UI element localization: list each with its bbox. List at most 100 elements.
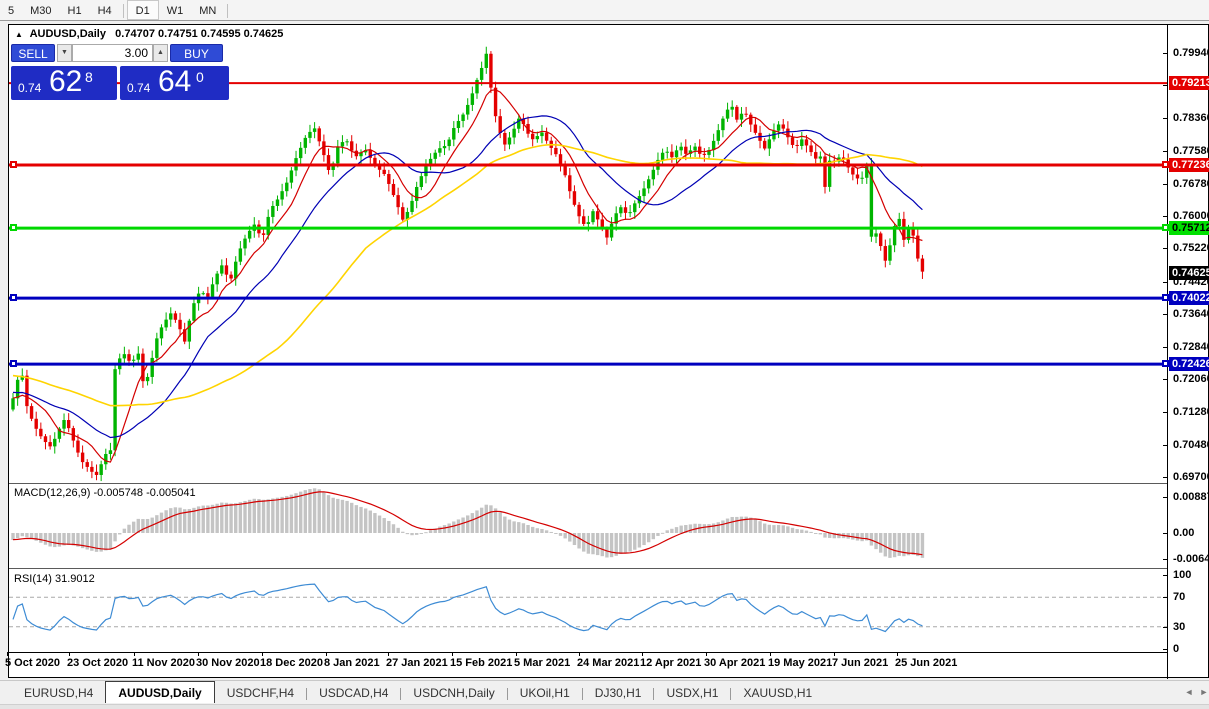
candle-body [174,313,177,319]
candle-body [387,174,390,184]
level-handle-icon[interactable] [10,360,17,367]
tabs-scroll-left-button[interactable]: ◄ [1182,685,1196,699]
toolbar-timeframe-button-d1[interactable]: D1 [127,0,159,20]
axis-tick [1163,118,1168,119]
macd-histogram-bar [517,522,520,533]
candle-body [308,132,311,138]
candle-body [271,206,274,217]
tab-audusd-daily[interactable]: AUDUSD,Daily [105,681,214,703]
price-axis-tick-label: 0.77580 [1173,145,1209,158]
tabs-scroll-right-button[interactable]: ► [1199,685,1209,699]
macd-histogram-bar [893,533,896,557]
tab-usdcad-h4[interactable]: USDCAD,H4 [307,682,400,704]
tab-usdchf-h4[interactable]: USDCHF,H4 [215,682,306,704]
candle-body [30,406,33,419]
date-axis-tick [388,652,389,656]
macd-histogram-bar [118,533,121,534]
tab-usdx-h1[interactable]: USDX,H1 [654,682,730,704]
candle-body [44,436,47,442]
candle-body [554,148,557,154]
sell-price-sup: 8 [85,69,93,85]
macd-histogram-bar [271,498,274,533]
candle-body [726,110,729,119]
candle-body [819,156,822,158]
candle-body [151,358,154,377]
tab-dj30-h1[interactable]: DJ30,H1 [583,682,654,704]
price-axis-tick-label: 0.69700 [1173,471,1209,484]
axis-tick [1163,216,1168,217]
macd-histogram-bar [485,505,488,533]
candle-body [693,147,696,151]
axis-tick [1163,184,1168,185]
macd-histogram-bar [345,501,348,533]
level-handle-icon[interactable] [10,224,17,231]
tab-usdcnh-daily[interactable]: USDCNH,Daily [401,682,506,704]
macd-histogram-bar [248,500,251,533]
level-handle-icon[interactable] [10,161,17,168]
tab-ukoil-h1[interactable]: UKOil,H1 [508,682,582,704]
macd-histogram-bar [795,529,798,533]
macd-histogram-bar [141,519,144,533]
candle-body [573,191,576,205]
sell-button[interactable]: SELL [11,44,55,62]
volume-input[interactable]: 3.00 [72,44,153,62]
candle-body [95,472,98,475]
collapse-triangle-icon[interactable]: ▲ [15,30,23,39]
toolbar-timeframe-button-w1[interactable]: W1 [159,1,192,21]
timeframe-toolbar: 5M30H1H4 D1W1MN [0,0,1209,21]
macd-histogram-bar [415,533,418,535]
candle-body [447,140,450,147]
candle-body [234,262,237,279]
macd-histogram-bar [689,524,692,533]
axis-tick [1163,248,1168,249]
toolbar-timeframe-button-mn[interactable]: MN [191,1,224,21]
candle-body [202,293,205,294]
sell-price-button[interactable]: 0.74 62 8 [11,66,117,100]
candle-body [62,420,65,429]
candle-body [647,179,650,188]
toolbar-separator [227,4,228,18]
level-handle-icon[interactable] [1162,294,1169,301]
macd-histogram-bar [48,533,51,546]
axis-tick [1163,497,1168,498]
macd-histogram-bar [782,525,785,533]
candle-body [545,133,548,141]
toolbar-timeframe-button-h1[interactable]: H1 [60,1,90,21]
date-axis-label: 7 Jun 2021 [832,657,888,669]
macd-histogram-bar [308,489,311,533]
volume-decrease-button[interactable]: ▼ [57,44,72,62]
date-axis-label: 19 May 2021 [768,657,832,669]
candle-body [856,175,859,179]
rsi-panel-divider[interactable] [9,568,1167,569]
price-axis-tick-label: 0.72060 [1173,373,1209,386]
buy-price-button[interactable]: 0.74 64 0 [120,66,229,100]
level-handle-icon[interactable] [1162,360,1169,367]
tab-eurusd-h4[interactable]: EURUSD,H4 [12,682,105,704]
candle-body [582,216,585,224]
level-handle-icon[interactable] [1162,224,1169,231]
volume-increase-button[interactable]: ▲ [153,44,168,62]
date-axis-label: 27 Jan 2021 [386,657,448,669]
tab-xauusd-h1[interactable]: XAUUSD,H1 [731,682,824,704]
candle-body [768,139,771,148]
candle-body [11,398,14,409]
macd-histogram-bar [355,505,358,533]
toolbar-timeframe-button-h4[interactable]: H4 [90,1,120,21]
macd-histogram-bar [392,524,395,533]
level-handle-icon[interactable] [1162,161,1169,168]
toolbar-timeframe-button-5[interactable]: 5 [0,1,22,21]
date-axis-tick [897,652,898,656]
candle-body [146,377,149,381]
macd-histogram-bar [540,529,543,533]
level-handle-icon[interactable] [10,294,17,301]
macd-histogram-bar [58,533,61,547]
macd-histogram-bar [763,524,766,533]
macd-panel-divider[interactable] [9,483,1167,484]
candle-body [280,191,283,199]
buy-button[interactable]: BUY [170,44,223,62]
macd-histogram-bar [791,528,794,533]
macd-histogram-bar [229,504,232,533]
date-axis-label: 15 Feb 2021 [450,657,512,669]
macd-histogram-bar [318,489,321,533]
toolbar-timeframe-button-m30[interactable]: M30 [22,1,59,21]
